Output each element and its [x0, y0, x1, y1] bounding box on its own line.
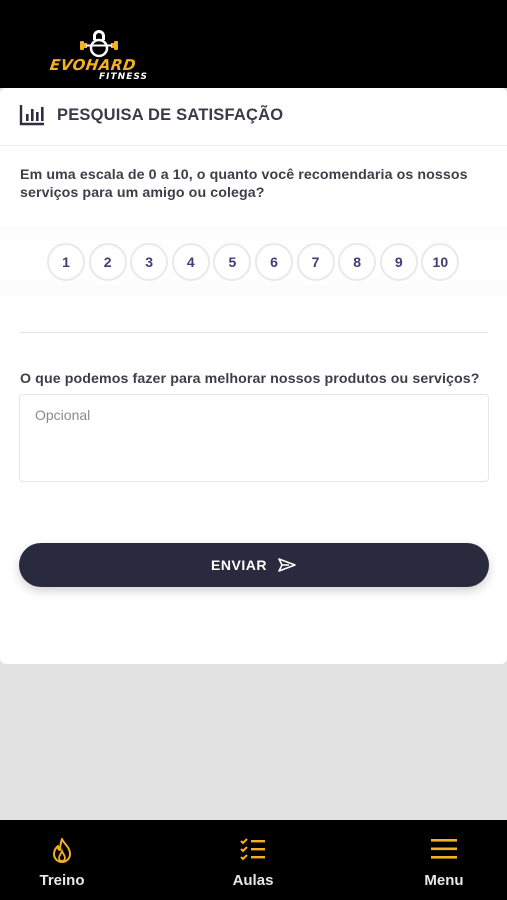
rating-scale: 1 2 3 4 5 6 7 8 9 10	[47, 243, 463, 281]
rating-option-5[interactable]: 5	[213, 243, 252, 281]
survey-card-header: PESQUISA DE SATISFAÇÃO	[0, 88, 507, 146]
tab-menu[interactable]: Menu	[384, 820, 504, 900]
survey-card: PESQUISA DE SATISFAÇÃO Em uma escala de …	[0, 88, 507, 664]
rating-option-1[interactable]: 1	[47, 243, 85, 281]
bar-chart-icon	[19, 105, 44, 126]
checklist-icon	[240, 838, 265, 861]
section-divider	[20, 332, 488, 333]
nps-question: Em uma escala de 0 a 10, o quanto você r…	[20, 167, 468, 201]
tab-label-treino: Treino	[39, 872, 85, 889]
tab-treino[interactable]: Treino	[2, 820, 122, 900]
rating-option-4[interactable]: 4	[171, 243, 210, 281]
tab-label-aulas: Aulas	[232, 872, 274, 889]
app-header: EVOHARD FITNESS	[0, 0, 507, 88]
flame-icon	[53, 838, 71, 863]
rating-option-7[interactable]: 7	[296, 243, 335, 281]
submit-button[interactable]: ENVIAR	[19, 543, 489, 587]
hamburger-menu-icon	[431, 839, 457, 859]
evohard-logo: EVOHARD FITNESS	[48, 28, 150, 84]
rating-option-10[interactable]: 10	[421, 243, 460, 281]
comment-textarea[interactable]	[19, 394, 489, 482]
rating-option-9[interactable]: 9	[379, 243, 418, 281]
logo-sub-text: FITNESS	[99, 72, 148, 82]
rating-option-8[interactable]: 8	[338, 243, 377, 281]
rating-option-6[interactable]: 6	[254, 243, 293, 281]
tab-aulas[interactable]: Aulas	[193, 820, 313, 900]
improvement-question: O que podemos fazer para melhorar nossos…	[20, 371, 480, 387]
survey-title: PESQUISA DE SATISFAÇÃO	[57, 106, 284, 124]
submit-label: ENVIAR	[211, 557, 267, 573]
bottom-tab-bar: Treino Aulas Menu	[0, 820, 507, 900]
rating-option-2[interactable]: 2	[88, 243, 127, 281]
rating-option-3[interactable]: 3	[130, 243, 169, 281]
send-icon	[278, 558, 296, 572]
kettlebell-logo-icon	[80, 30, 118, 58]
tab-label-menu: Menu	[424, 872, 464, 889]
